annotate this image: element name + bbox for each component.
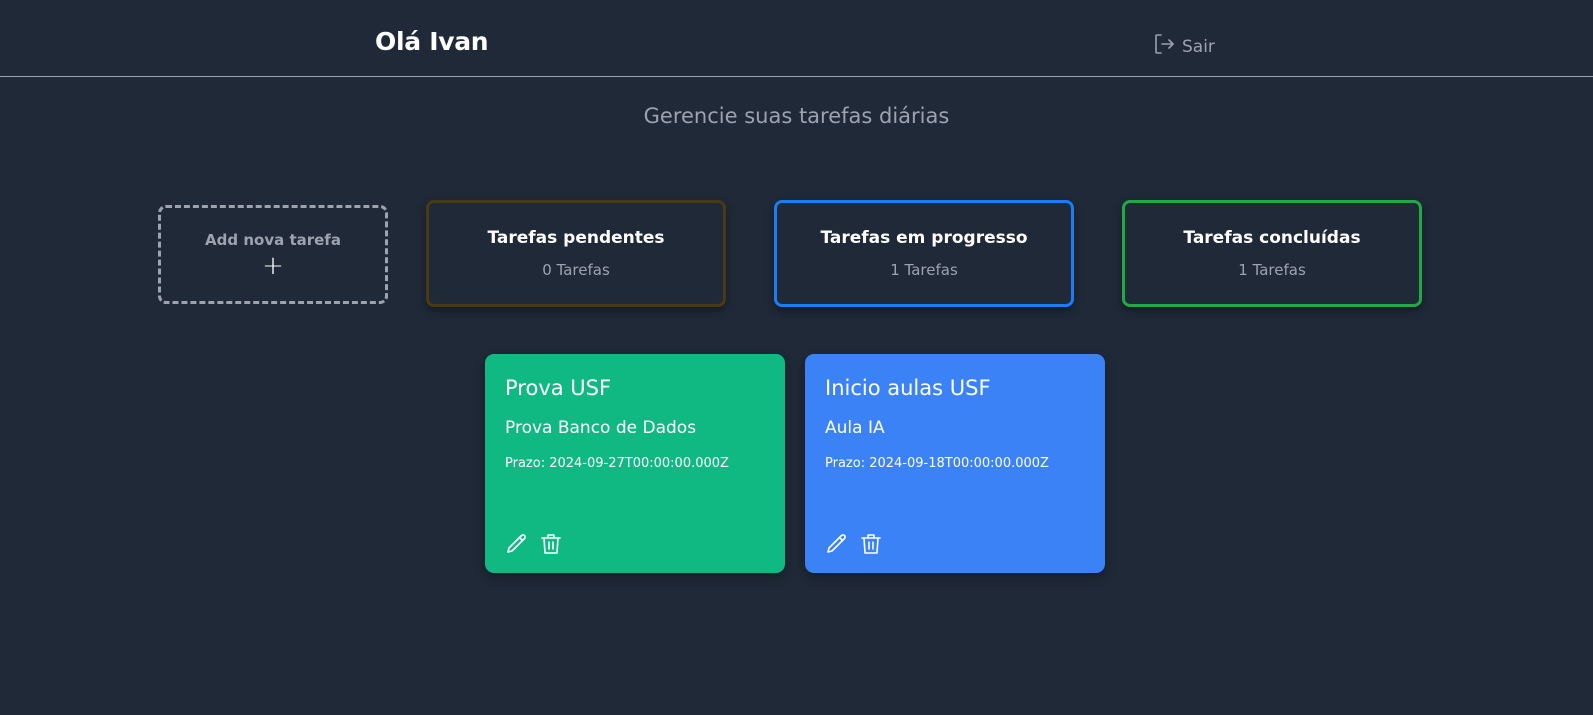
logout-label: Sair <box>1182 36 1215 57</box>
logout-icon <box>1152 32 1176 61</box>
add-task-label: Add nova tarefa <box>205 230 341 249</box>
pencil-icon <box>827 534 846 553</box>
task-card: Prova USF Prova Banco de Dados Prazo: 20… <box>485 354 785 573</box>
task-title: Prova USF <box>505 376 612 400</box>
stat-card-completed[interactable]: Tarefas concluídas 1 Tarefas <box>1122 200 1422 307</box>
task-deadline: Prazo: 2024-09-27T00:00:00.000Z <box>505 456 729 471</box>
stat-title: Tarefas pendentes <box>487 228 665 248</box>
trash-icon <box>861 534 881 554</box>
task-description: Aula IA <box>825 418 885 438</box>
task-card: Inicio aulas USF Aula IA Prazo: 2024-09-… <box>805 354 1105 573</box>
stat-title: Tarefas em progresso <box>820 228 1028 248</box>
stat-title: Tarefas concluídas <box>1183 228 1361 248</box>
trash-icon <box>541 534 561 554</box>
task-actions <box>505 532 563 556</box>
stat-count: 0 Tarefas <box>542 261 610 279</box>
plus-icon: + <box>262 250 284 281</box>
add-task-button[interactable]: Add nova tarefa + <box>158 205 388 304</box>
stat-count: 1 Tarefas <box>890 261 958 279</box>
task-title: Inicio aulas USF <box>825 376 991 400</box>
delete-task-button[interactable] <box>539 532 563 556</box>
greeting-title: Olá Ivan <box>375 27 489 56</box>
stat-count: 1 Tarefas <box>1238 261 1306 279</box>
edit-task-button[interactable] <box>505 532 529 556</box>
pencil-icon <box>507 534 526 553</box>
header: Olá Ivan Sair <box>0 0 1593 77</box>
page-subtitle: Gerencie suas tarefas diárias <box>643 104 950 128</box>
logout-button[interactable]: Sair <box>1152 32 1215 61</box>
task-description: Prova Banco de Dados <box>505 418 697 438</box>
stat-card-pending[interactable]: Tarefas pendentes 0 Tarefas <box>426 200 726 307</box>
task-deadline: Prazo: 2024-09-18T00:00:00.000Z <box>825 456 1049 471</box>
task-actions <box>825 532 883 556</box>
stat-card-in-progress[interactable]: Tarefas em progresso 1 Tarefas <box>774 200 1074 307</box>
edit-task-button[interactable] <box>825 532 849 556</box>
delete-task-button[interactable] <box>859 532 883 556</box>
